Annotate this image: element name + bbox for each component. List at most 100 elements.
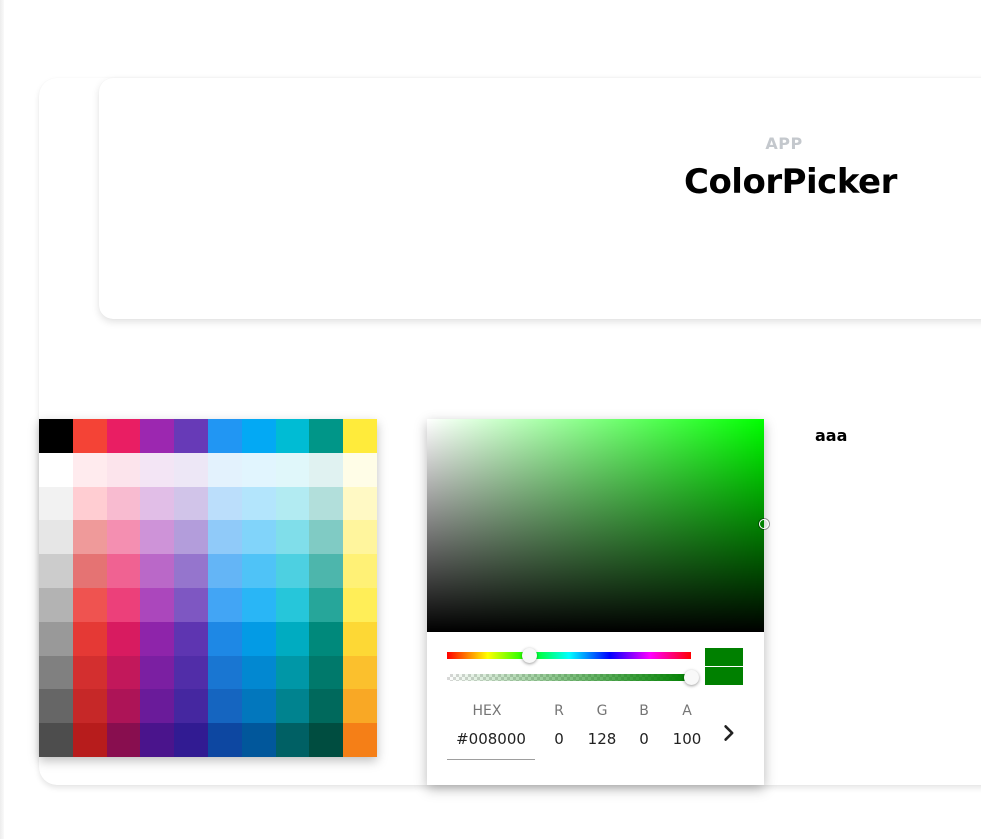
color-swatch[interactable]: [207, 554, 242, 588]
hex-input[interactable]: #008000: [447, 730, 535, 748]
color-swatch[interactable]: [106, 689, 141, 724]
color-swatch[interactable]: [39, 587, 73, 622]
color-swatch[interactable]: [343, 621, 377, 656]
color-swatch[interactable]: [275, 723, 310, 757]
color-swatch[interactable]: [343, 520, 377, 555]
color-swatch[interactable]: [39, 655, 73, 690]
color-swatch[interactable]: [106, 486, 141, 521]
color-swatch[interactable]: [106, 419, 141, 453]
color-swatch[interactable]: [241, 723, 276, 757]
color-swatch[interactable]: [140, 419, 175, 453]
color-swatch[interactable]: [72, 452, 107, 487]
color-swatch[interactable]: [275, 554, 310, 588]
color-swatch[interactable]: [207, 689, 242, 724]
color-swatch[interactable]: [275, 486, 310, 521]
color-swatch[interactable]: [241, 689, 276, 724]
color-swatch[interactable]: [309, 689, 344, 724]
color-swatch[interactable]: [241, 554, 276, 588]
color-swatch[interactable]: [72, 689, 107, 724]
color-swatch[interactable]: [174, 655, 208, 690]
color-swatch[interactable]: [275, 452, 310, 487]
color-swatch[interactable]: [309, 452, 344, 487]
color-swatch[interactable]: [140, 723, 175, 757]
color-swatch[interactable]: [72, 554, 107, 588]
color-swatch[interactable]: [241, 419, 276, 453]
saturation-value-cursor[interactable]: [759, 519, 769, 529]
color-swatch[interactable]: [72, 419, 107, 453]
color-swatch[interactable]: [309, 419, 344, 453]
color-swatch[interactable]: [106, 587, 141, 622]
r-input[interactable]: 0: [549, 730, 569, 748]
color-swatch[interactable]: [72, 723, 107, 757]
color-swatch[interactable]: [207, 486, 242, 521]
color-swatch[interactable]: [275, 587, 310, 622]
color-swatch[interactable]: [39, 554, 73, 588]
color-swatch[interactable]: [106, 452, 141, 487]
color-swatch[interactable]: [207, 520, 242, 555]
color-swatch[interactable]: [343, 554, 377, 588]
color-swatch[interactable]: [39, 621, 73, 656]
a-input[interactable]: 100: [669, 730, 705, 748]
color-swatch[interactable]: [39, 520, 73, 555]
color-swatch[interactable]: [207, 655, 242, 690]
color-swatch[interactable]: [174, 419, 208, 453]
color-swatch[interactable]: [343, 419, 377, 453]
color-swatch[interactable]: [343, 655, 377, 690]
chevron-right-icon[interactable]: [717, 721, 741, 745]
color-swatch[interactable]: [309, 621, 344, 656]
b-input[interactable]: 0: [634, 730, 654, 748]
color-swatch[interactable]: [72, 520, 107, 555]
color-swatch[interactable]: [275, 621, 310, 656]
color-swatch[interactable]: [140, 554, 175, 588]
color-swatch[interactable]: [343, 452, 377, 487]
color-swatch[interactable]: [72, 655, 107, 690]
color-swatch[interactable]: [275, 520, 310, 555]
color-swatch[interactable]: [275, 419, 310, 453]
color-swatch[interactable]: [106, 655, 141, 690]
hue-slider[interactable]: [447, 652, 691, 659]
color-swatch[interactable]: [309, 723, 344, 757]
color-swatch[interactable]: [39, 486, 73, 521]
color-swatch[interactable]: [343, 587, 377, 622]
color-swatch[interactable]: [207, 587, 242, 622]
color-swatch[interactable]: [140, 655, 175, 690]
color-swatch[interactable]: [207, 621, 242, 656]
color-swatch[interactable]: [174, 554, 208, 588]
color-swatch[interactable]: [106, 621, 141, 656]
color-swatch[interactable]: [309, 486, 344, 521]
color-swatch[interactable]: [174, 689, 208, 724]
color-swatch[interactable]: [275, 689, 310, 724]
color-swatch[interactable]: [241, 452, 276, 487]
color-swatch[interactable]: [174, 621, 208, 656]
hue-slider-thumb[interactable]: [522, 648, 537, 663]
alpha-slider[interactable]: [447, 674, 691, 681]
color-swatch[interactable]: [140, 452, 175, 487]
color-swatch[interactable]: [72, 486, 107, 521]
color-swatch[interactable]: [207, 723, 242, 757]
color-swatch[interactable]: [39, 723, 73, 757]
color-swatch[interactable]: [39, 689, 73, 724]
color-swatch[interactable]: [309, 520, 344, 555]
color-swatch[interactable]: [72, 621, 107, 656]
color-swatch[interactable]: [140, 520, 175, 555]
color-swatch[interactable]: [241, 520, 276, 555]
color-swatch[interactable]: [309, 655, 344, 690]
alpha-slider-thumb[interactable]: [684, 670, 699, 685]
color-swatch[interactable]: [343, 723, 377, 757]
color-swatch[interactable]: [72, 587, 107, 622]
color-swatch[interactable]: [140, 621, 175, 656]
color-swatch[interactable]: [174, 486, 208, 521]
color-swatch[interactable]: [343, 689, 377, 724]
color-swatch[interactable]: [309, 587, 344, 622]
color-swatch[interactable]: [39, 419, 73, 453]
color-swatch[interactable]: [275, 655, 310, 690]
color-swatch[interactable]: [343, 486, 377, 521]
color-swatch[interactable]: [106, 723, 141, 757]
color-swatch[interactable]: [207, 419, 242, 453]
color-swatch[interactable]: [106, 520, 141, 555]
color-swatch[interactable]: [174, 723, 208, 757]
color-swatch[interactable]: [174, 520, 208, 555]
color-swatch[interactable]: [241, 621, 276, 656]
color-swatch[interactable]: [174, 587, 208, 622]
color-swatch[interactable]: [241, 587, 276, 622]
